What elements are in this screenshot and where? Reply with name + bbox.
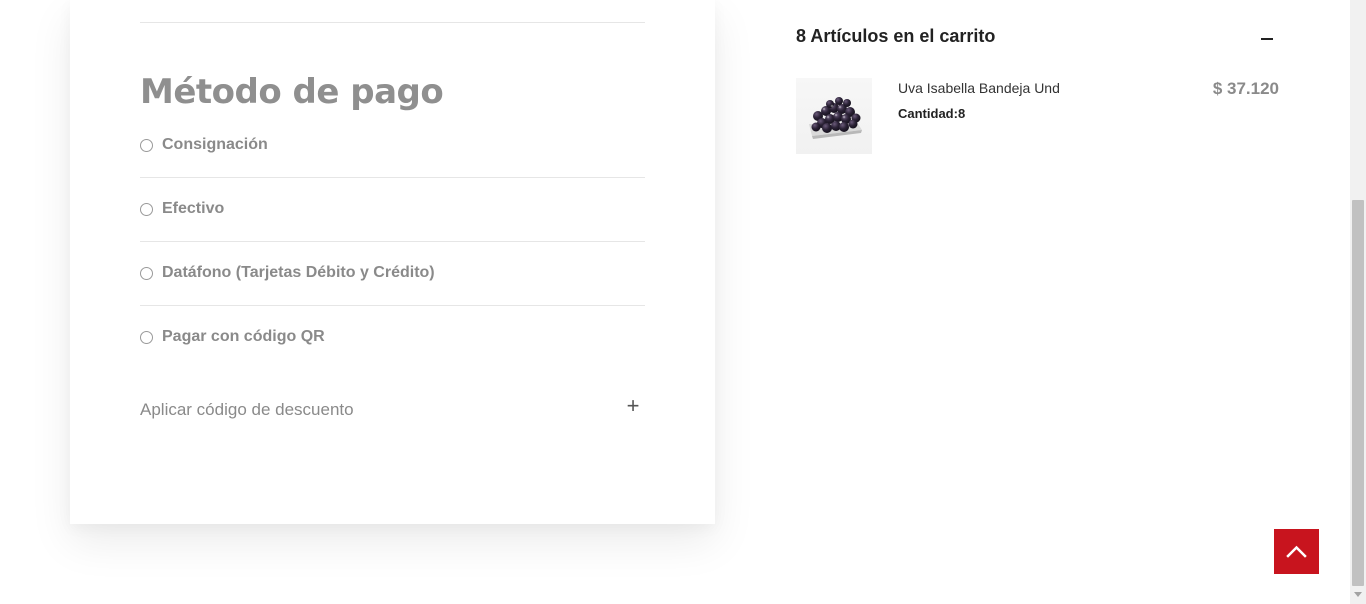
back-to-top-button[interactable]: [1274, 529, 1319, 574]
vertical-scrollbar[interactable]: [1350, 0, 1366, 604]
payment-option-qr[interactable]: Pagar con código QR: [140, 328, 645, 393]
payment-option-label: Pagar con código QR: [162, 328, 325, 345]
cart-item-quantity: Cantidad:8: [898, 106, 966, 121]
payment-option-efectivo[interactable]: Efectivo: [140, 200, 645, 265]
radio-button[interactable]: [140, 331, 153, 344]
minus-icon[interactable]: [1257, 28, 1277, 48]
payment-option-label: Efectivo: [162, 200, 225, 217]
payment-card: Método de pago Consignación Efectivo Dat…: [70, 0, 715, 524]
payment-option-consignacion[interactable]: Consignación: [140, 136, 645, 201]
divider: [140, 305, 645, 306]
product-image: [796, 78, 872, 154]
discount-code-toggle[interactable]: Aplicar código de descuento +: [140, 395, 645, 422]
payment-option-label: Datáfono (Tarjetas Débito y Crédito): [162, 264, 435, 281]
chevron-up-icon: [1286, 545, 1307, 558]
discount-code-label: Aplicar código de descuento: [140, 400, 354, 419]
divider: [140, 241, 645, 242]
payment-option-datafono[interactable]: Datáfono (Tarjetas Débito y Crédito): [140, 264, 645, 329]
divider: [140, 22, 645, 23]
scroll-down-icon[interactable]: [1354, 592, 1362, 597]
payment-option-label: Consignación: [162, 136, 268, 153]
plus-icon[interactable]: +: [623, 395, 643, 417]
payment-method-title: Método de pago: [140, 72, 444, 112]
radio-button[interactable]: [140, 139, 153, 152]
radio-button[interactable]: [140, 203, 153, 216]
grape-tray-icon: [809, 97, 862, 139]
cart-item-name: Uva Isabella Bandeja Und: [898, 80, 1060, 96]
cart-summary: 8 Artículos en el carrito Uva Isabella B…: [779, 0, 1350, 604]
cart-item-price: $ 37.120: [1212, 79, 1279, 98]
checkout-page: Método de pago Consignación Efectivo Dat…: [0, 0, 1366, 604]
cart-item-count: 8 Artículos en el carrito: [796, 26, 996, 46]
radio-button[interactable]: [140, 267, 153, 280]
scrollbar-thumb[interactable]: [1352, 200, 1364, 586]
divider: [140, 177, 645, 178]
